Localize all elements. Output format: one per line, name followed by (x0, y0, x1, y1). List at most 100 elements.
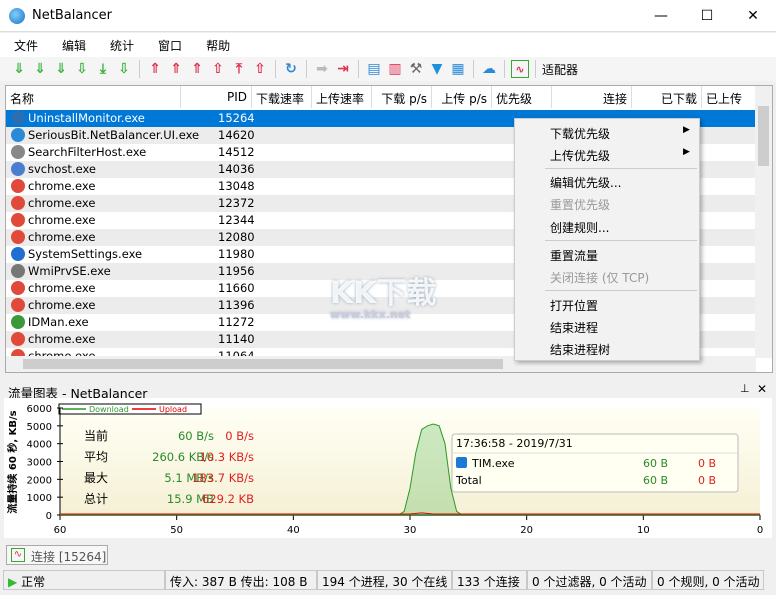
chart-icon[interactable]: ∿ (511, 60, 529, 78)
window-icon[interactable]: ▤ (365, 60, 383, 78)
arrow-right-icon[interactable]: ➡ (313, 60, 331, 78)
y-tick-label: 2000 (27, 475, 52, 486)
stat-upload-value: 0 B/s (225, 429, 254, 443)
column-header[interactable]: 连接 (552, 86, 632, 108)
process-name: chrome.exe (28, 230, 96, 244)
upload-limit-icon[interactable]: ⤒ (230, 60, 248, 78)
toolbar-separator (306, 60, 307, 78)
process-name: SeriousBit.NetBalancer.UI.exe (28, 128, 200, 142)
context-menu-item[interactable]: 结束进程 (550, 319, 598, 336)
column-header[interactable]: 已下载 (632, 86, 702, 108)
upload-priority-low-icon[interactable]: ⇑ (167, 60, 185, 78)
rules-icon[interactable]: ▦ (449, 60, 467, 78)
context-menu-item[interactable]: 重置优先级 (550, 196, 610, 213)
column-header[interactable]: 下载速率 (252, 86, 312, 108)
menu-file[interactable]: 文件 (0, 33, 48, 54)
menu-separator (545, 168, 697, 169)
process-icon (11, 179, 25, 193)
column-header[interactable]: 优先级 (492, 86, 552, 108)
chart-panel-close-button[interactable]: ✕ (757, 382, 767, 396)
toolbar: ⇓ ⇓ ⇓ ⇩ ⤓ ⇩ ⇑ ⇑ ⇑ ⇧ ⤒ ⇧ ↻ ➡ ⇥ ▤ ▥ ⚒ ▼ ▦ … (0, 57, 776, 81)
download-priority-lowest-icon[interactable]: ⇓ (10, 60, 28, 78)
download-priority-high-icon[interactable]: ⇩ (73, 60, 91, 78)
y-tick-label: 4000 (27, 440, 52, 451)
process-pid: 11396 (218, 298, 255, 312)
tooltip-name: TIM.exe (471, 457, 515, 470)
process-icon (11, 281, 25, 295)
process-name: UninstallMonitor.exe (28, 111, 145, 125)
upload-priority-high-icon[interactable]: ⇧ (209, 60, 227, 78)
play-icon: ▶ (8, 575, 18, 589)
maximize-button[interactable]: ☐ (684, 0, 730, 32)
menu-window[interactable]: 窗口 (144, 33, 192, 54)
process-icon (11, 128, 25, 142)
process-name: chrome.exe (28, 179, 96, 193)
menu-help[interactable]: 帮助 (192, 33, 240, 54)
tab-connections[interactable]: ∿ 连接 [15264] (6, 545, 108, 565)
process-name: chrome.exe (28, 196, 96, 210)
download-priority-low-icon[interactable]: ⇓ (31, 60, 49, 78)
status-processes: 194 个进程, 30 个在线 (317, 570, 452, 590)
filter-icon[interactable]: ▼ (428, 60, 446, 78)
refresh-icon[interactable]: ↻ (282, 60, 300, 78)
x-tick-label: 10 (637, 525, 650, 536)
stat-upload-value: 10.3 KB/s (199, 450, 254, 464)
context-menu-item[interactable]: 上传优先级 (550, 147, 610, 164)
context-menu-item[interactable]: 打开位置 (550, 297, 598, 314)
column-header[interactable]: PID (181, 86, 252, 108)
close-button[interactable]: ✕ (730, 0, 776, 32)
column-header[interactable]: 下载 p/s (372, 86, 432, 108)
upload-block-icon[interactable]: ⇧ (251, 60, 269, 78)
tools-icon[interactable]: ⚒ (407, 60, 425, 78)
process-icon (11, 247, 25, 261)
download-block-icon[interactable]: ⇩ (115, 60, 133, 78)
download-limit-icon[interactable]: ⤓ (94, 60, 112, 78)
watermark-logo: KK下载 www.kkx.net (330, 276, 437, 321)
stat-label: 最大 (84, 471, 108, 485)
context-menu-item[interactable]: 重置流量 (550, 247, 598, 264)
toolbar-separator (504, 60, 505, 78)
adapter-button[interactable]: 适配器 (542, 61, 578, 78)
pin-icon[interactable]: ⊥ (740, 382, 750, 395)
status-rules: 0 个规则, 0 个活动 (652, 570, 764, 590)
column-header[interactable]: 上传 p/s (432, 86, 492, 108)
process-icon (11, 145, 25, 159)
process-pid: 12372 (218, 196, 255, 210)
legend-download-label: Download (89, 405, 129, 414)
stats-icon[interactable]: ▥ (386, 60, 404, 78)
kill-icon[interactable]: ⇥ (334, 60, 352, 78)
x-tick-label: 50 (170, 525, 183, 536)
menu-edit[interactable]: 编辑 (48, 33, 96, 54)
traffic-chart: 流量持续 60 秒, KB/s Download Upload 0 1000 2000 30… (4, 398, 772, 538)
process-icon (11, 196, 25, 210)
tim-icon (456, 457, 467, 468)
menu-stats[interactable]: 统计 (96, 33, 144, 54)
process-icon (11, 162, 25, 176)
cloud-icon[interactable]: ☁ (480, 60, 498, 78)
context-menu-item[interactable]: 结束进程树 (550, 341, 610, 358)
toolbar-separator (473, 60, 474, 78)
process-icon (11, 315, 25, 329)
minimize-button[interactable]: — (638, 0, 684, 32)
column-header[interactable]: 已上传 (702, 86, 762, 108)
tooltip-upload: 0 B (698, 474, 716, 487)
status-state-text: 正常 (21, 575, 46, 589)
x-tick-label: 60 (54, 525, 67, 536)
tooltip-upload: 0 B (698, 457, 716, 470)
download-priority-normal-icon[interactable]: ⇓ (52, 60, 70, 78)
context-menu-item[interactable]: 编辑优先级... (550, 174, 621, 191)
vertical-scrollbar[interactable] (755, 86, 772, 358)
context-menu-item[interactable]: 创建规则... (550, 219, 609, 236)
upload-priority-lowest-icon[interactable]: ⇑ (146, 60, 164, 78)
context-menu: 下载优先级 ▶ 上传优先级 ▶ 编辑优先级... 重置优先级 创建规则... 重置流量 关闭连接… (514, 118, 700, 361)
context-menu-item[interactable]: 关闭连接 (仅 TCP) (550, 269, 649, 286)
column-header[interactable]: 上传速率 (312, 86, 372, 108)
window-title: NetBalancer (32, 8, 113, 23)
process-name: WmiPrvSE.exe (28, 264, 111, 278)
context-menu-item[interactable]: 下载优先级 (550, 125, 610, 142)
process-icon (11, 332, 25, 346)
column-header[interactable]: 名称 (6, 86, 181, 108)
y-tick-label: 1000 (27, 493, 52, 504)
status-filters: 0 个过滤器, 0 个活动 (527, 570, 652, 590)
upload-priority-normal-icon[interactable]: ⇑ (188, 60, 206, 78)
